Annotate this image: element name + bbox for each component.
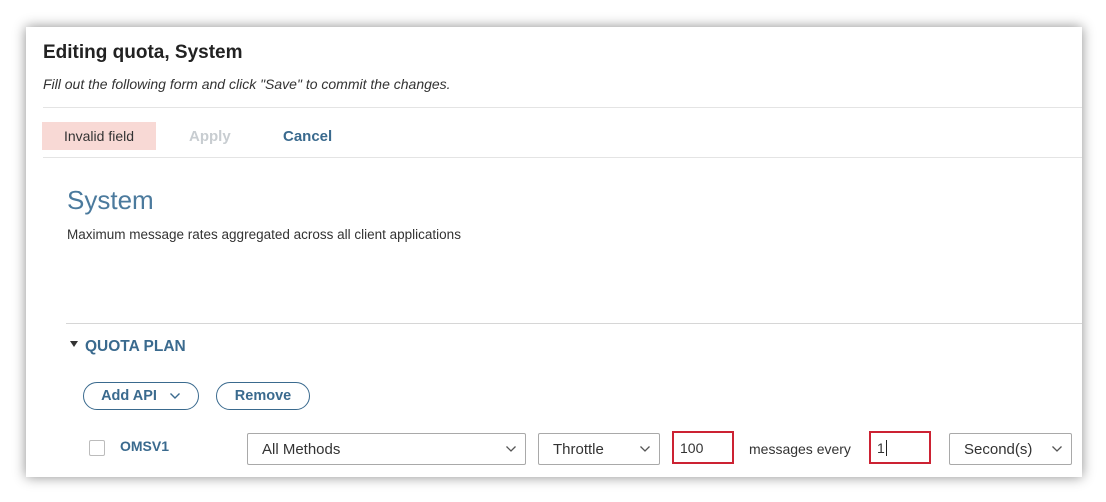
add-api-button[interactable]: Add API: [83, 382, 199, 410]
triangle-down-icon: [70, 341, 78, 347]
remove-label: Remove: [234, 388, 292, 404]
remove-button[interactable]: Remove: [216, 382, 310, 410]
divider: [43, 157, 1082, 158]
message-count-input[interactable]: 100: [672, 431, 734, 464]
apply-button[interactable]: Apply: [189, 128, 231, 145]
method-select-value: All Methods: [262, 440, 341, 458]
messages-every-label: messages every: [749, 441, 851, 457]
cancel-button[interactable]: Cancel: [283, 128, 332, 145]
divider: [43, 107, 1082, 108]
edit-quota-panel: Editing quota, System Fill out the follo…: [26, 27, 1082, 477]
invalid-field-badge: Invalid field: [42, 122, 156, 150]
api-name: OMSV1: [120, 438, 170, 454]
unit-select[interactable]: Second(s): [949, 433, 1072, 465]
period-value: 1: [877, 439, 885, 456]
message-count-value: 100: [680, 439, 704, 456]
quota-plan-toggle[interactable]: QUOTA PLAN: [70, 338, 186, 356]
chevron-down-icon: [506, 446, 516, 452]
divider: [66, 323, 1082, 324]
unit-select-value: Second(s): [964, 440, 1033, 458]
method-select[interactable]: All Methods: [247, 433, 526, 465]
chevron-down-icon: [1052, 446, 1062, 452]
page-title: Editing quota, System: [43, 42, 243, 63]
quota-plan-label: QUOTA PLAN: [85, 338, 186, 355]
page-subtitle: Fill out the following form and click "S…: [43, 76, 451, 92]
chevron-down-icon: [640, 446, 650, 452]
policy-select-value: Throttle: [553, 440, 604, 458]
section-description: Maximum message rates aggregated across …: [67, 227, 461, 242]
period-input[interactable]: 1: [869, 431, 931, 464]
section-title: System: [67, 185, 154, 215]
api-row-checkbox[interactable]: [89, 440, 105, 456]
policy-select[interactable]: Throttle: [538, 433, 660, 465]
chevron-down-icon: [169, 393, 180, 399]
text-caret: [885, 439, 887, 456]
add-api-label: Add API: [101, 388, 157, 404]
